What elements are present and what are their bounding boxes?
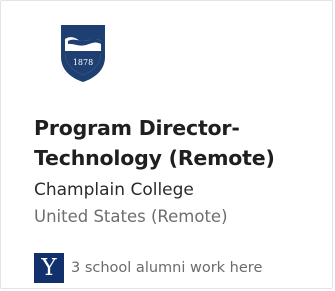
alumni-insight: Y 3 school alumni work here [34, 253, 262, 283]
company-logo-icon[interactable]: 1878 [59, 23, 107, 83]
school-logo-icon: Y [34, 253, 64, 283]
job-card[interactable]: 1878 Program Director-Technology (Remote… [0, 0, 333, 289]
job-location: United States (Remote) [34, 207, 228, 226]
job-title[interactable]: Program Director-Technology (Remote) [34, 113, 324, 173]
alumni-text: 3 school alumni work here [71, 260, 263, 276]
company-name: Champlain College [34, 180, 194, 200]
logo-year-text: 1878 [73, 58, 93, 67]
